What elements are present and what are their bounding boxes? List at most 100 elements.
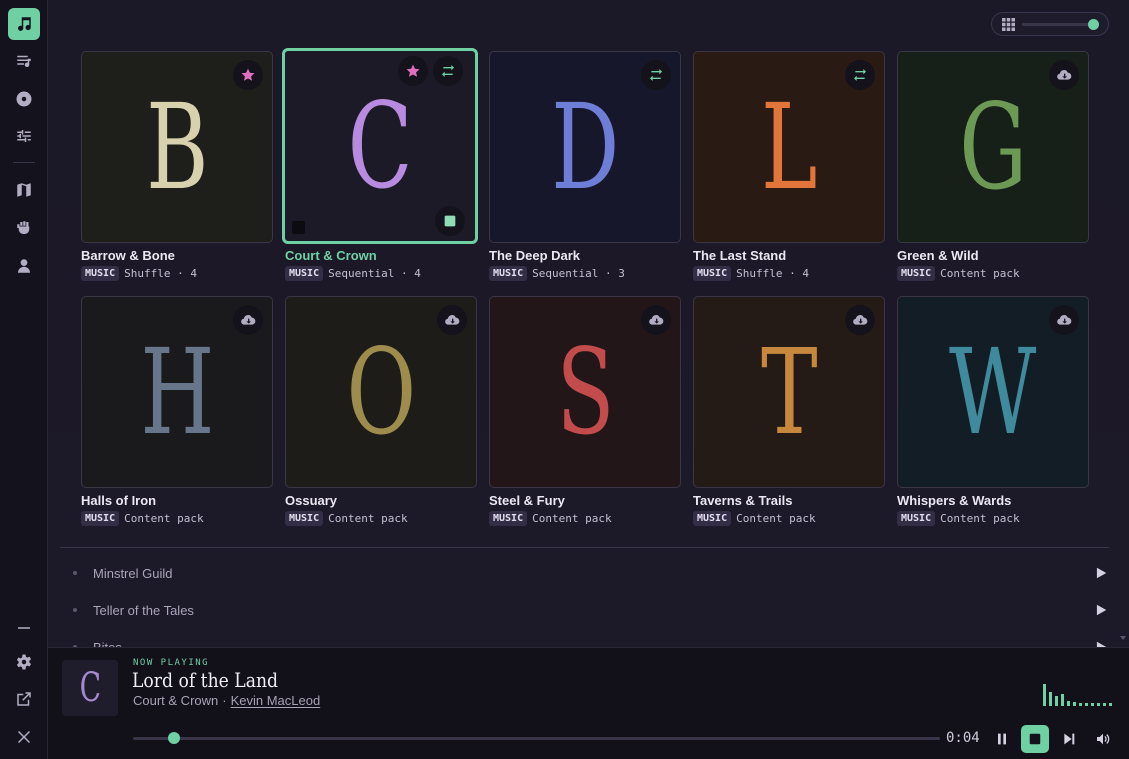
soundscape-card[interactable]: S Steel & Fury MUSIC Content pack	[489, 296, 681, 531]
soundscape-title[interactable]: Whispers & Wards	[897, 493, 1011, 508]
zoom-slider-track[interactable]	[1022, 23, 1094, 26]
repeat-badge[interactable]	[641, 60, 671, 90]
cloud-download-badge[interactable]	[641, 305, 671, 335]
soundscape-card[interactable]: L The Last Stand MUSIC Shuffle · 4	[693, 51, 885, 286]
type-tag: MUSIC	[693, 511, 732, 526]
repeat-icon	[650, 69, 662, 81]
soundscape-meta: MUSIC Shuffle · 4	[81, 266, 197, 281]
soundscape-card[interactable]: B Barrow & Bone MUSIC Shuffle · 4	[81, 51, 273, 286]
soundscape-artwork[interactable]: W	[897, 296, 1089, 488]
soundscape-card[interactable]: H Halls of Iron MUSIC Content pack	[81, 296, 273, 531]
elapsed-time: 0:04	[946, 730, 980, 746]
soundscape-card[interactable]: W Whispers & Wards MUSIC Content pack	[897, 296, 1089, 531]
soundscape-title[interactable]: Ossuary	[285, 493, 337, 508]
play-icon[interactable]	[1094, 566, 1108, 580]
sidebar-music-button[interactable]	[8, 8, 40, 40]
sidebar	[0, 0, 48, 759]
scroll-down-arrow[interactable]	[1120, 636, 1126, 640]
soundscape-card[interactable]: T Taverns & Trails MUSIC Content pack	[693, 296, 885, 531]
cloud-download-icon	[1057, 70, 1072, 80]
cloud-download-badge[interactable]	[845, 305, 875, 335]
sidebar-collapse-button[interactable]	[8, 612, 40, 644]
progress-handle[interactable]	[168, 732, 181, 744]
star-badge[interactable]	[398, 56, 428, 86]
soundscape-artwork[interactable]: L	[693, 51, 885, 243]
soundscape-artwork[interactable]: S	[489, 296, 681, 488]
map-icon	[17, 183, 31, 197]
stop-button[interactable]	[1021, 725, 1049, 753]
play-icon[interactable]	[1094, 640, 1108, 647]
library-panel: B Barrow & Bone MUSIC Shuffle · 4 C Court & C…	[48, 0, 1129, 647]
soundscape-meta: MUSIC Content pack	[897, 511, 1020, 526]
soundscape-title[interactable]: Barrow & Bone	[81, 248, 175, 263]
cloud-download-badge[interactable]	[233, 305, 263, 335]
card-stop-button[interactable]	[435, 206, 465, 236]
soundscape-title[interactable]: The Last Stand	[693, 248, 786, 263]
repeat-badge[interactable]	[433, 56, 463, 86]
soundscape-card[interactable]: G Green & Wild MUSIC Content pack	[897, 51, 1089, 286]
meta-text: Sequential · 4	[328, 267, 421, 280]
cloud-download-badge[interactable]	[1049, 305, 1079, 335]
soundscape-meta: MUSIC Shuffle · 4	[693, 266, 809, 281]
soundscape-card[interactable]: D The Deep Dark MUSIC Sequential · 3	[489, 51, 681, 286]
play-icon[interactable]	[1094, 603, 1108, 617]
artwork-letter: O	[346, 323, 416, 461]
sidebar-combat-button[interactable]	[8, 212, 40, 244]
volume-icon	[1097, 733, 1110, 745]
sidebar-disc-button[interactable]	[8, 83, 40, 115]
sidebar-close-button[interactable]	[8, 721, 40, 753]
artist-link[interactable]: Kevin MacLeod	[231, 693, 321, 708]
sidebar-playlist-button[interactable]	[8, 45, 40, 77]
meta-text: Content pack	[940, 512, 1020, 525]
soundscape-title[interactable]: Green & Wild	[897, 248, 979, 263]
soundscape-artwork[interactable]: B	[81, 51, 273, 243]
soundscape-meta: MUSIC Content pack	[81, 511, 204, 526]
sidebar-popout-button[interactable]	[8, 683, 40, 715]
star-icon	[241, 68, 255, 81]
sidebar-profile-button[interactable]	[8, 250, 40, 282]
soundscape-title[interactable]: Court & Crown	[285, 248, 377, 263]
next-button[interactable]	[1056, 726, 1082, 752]
soundscape-artwork[interactable]: T	[693, 296, 885, 488]
soundscape-title[interactable]: The Deep Dark	[489, 248, 580, 263]
meta-text: Content pack	[328, 512, 408, 525]
grid-icon	[1002, 18, 1015, 31]
playlist-item[interactable]: Minstrel Guild	[68, 558, 1108, 588]
fist-icon	[17, 221, 30, 234]
cloud-download-icon	[649, 315, 664, 325]
meta-text: Content pack	[124, 512, 204, 525]
pause-button[interactable]	[989, 726, 1015, 752]
playlist-item[interactable]: Bites	[68, 632, 1108, 647]
soundscape-artwork[interactable]: D	[489, 51, 681, 243]
sliders-icon	[17, 130, 31, 142]
soundscape-card[interactable]: O Ossuary MUSIC Content pack	[285, 296, 477, 531]
sidebar-settings-button[interactable]	[8, 646, 40, 678]
playlist-item[interactable]: Teller of the Tales	[68, 595, 1108, 625]
disc-icon	[16, 91, 32, 107]
now-playing-label: NOW PLAYING	[133, 658, 210, 668]
soundscape-card[interactable]: C Court & Crown MUSIC Sequential · 4	[282, 48, 478, 286]
soundscape-artwork[interactable]: G	[897, 51, 1089, 243]
progress-bar[interactable]	[133, 732, 940, 744]
soundscape-title[interactable]: Halls of Iron	[81, 493, 156, 508]
soundscape-title[interactable]: Taverns & Trails	[693, 493, 792, 508]
meta-text: Content pack	[736, 512, 816, 525]
type-tag: MUSIC	[285, 511, 324, 526]
soundscape-artwork[interactable]: H	[81, 296, 273, 488]
cloud-download-badge[interactable]	[437, 305, 467, 335]
soundscape-artwork[interactable]: C	[282, 48, 478, 244]
sidebar-map-button[interactable]	[8, 174, 40, 206]
bullet	[73, 571, 77, 575]
zoom-slider-handle[interactable]	[1087, 19, 1099, 30]
sidebar-mixer-button[interactable]	[8, 120, 40, 152]
volume-button[interactable]	[1090, 726, 1116, 752]
star-badge[interactable]	[233, 60, 263, 90]
soundscape-title[interactable]: Steel & Fury	[489, 493, 565, 508]
bullet	[73, 608, 77, 612]
soundscape-artwork[interactable]: O	[285, 296, 477, 488]
collapse-icon	[18, 627, 30, 629]
repeat-badge[interactable]	[845, 60, 875, 90]
type-tag: MUSIC	[693, 266, 732, 281]
cloud-download-badge[interactable]	[1049, 60, 1079, 90]
zoom-control[interactable]	[991, 12, 1109, 36]
